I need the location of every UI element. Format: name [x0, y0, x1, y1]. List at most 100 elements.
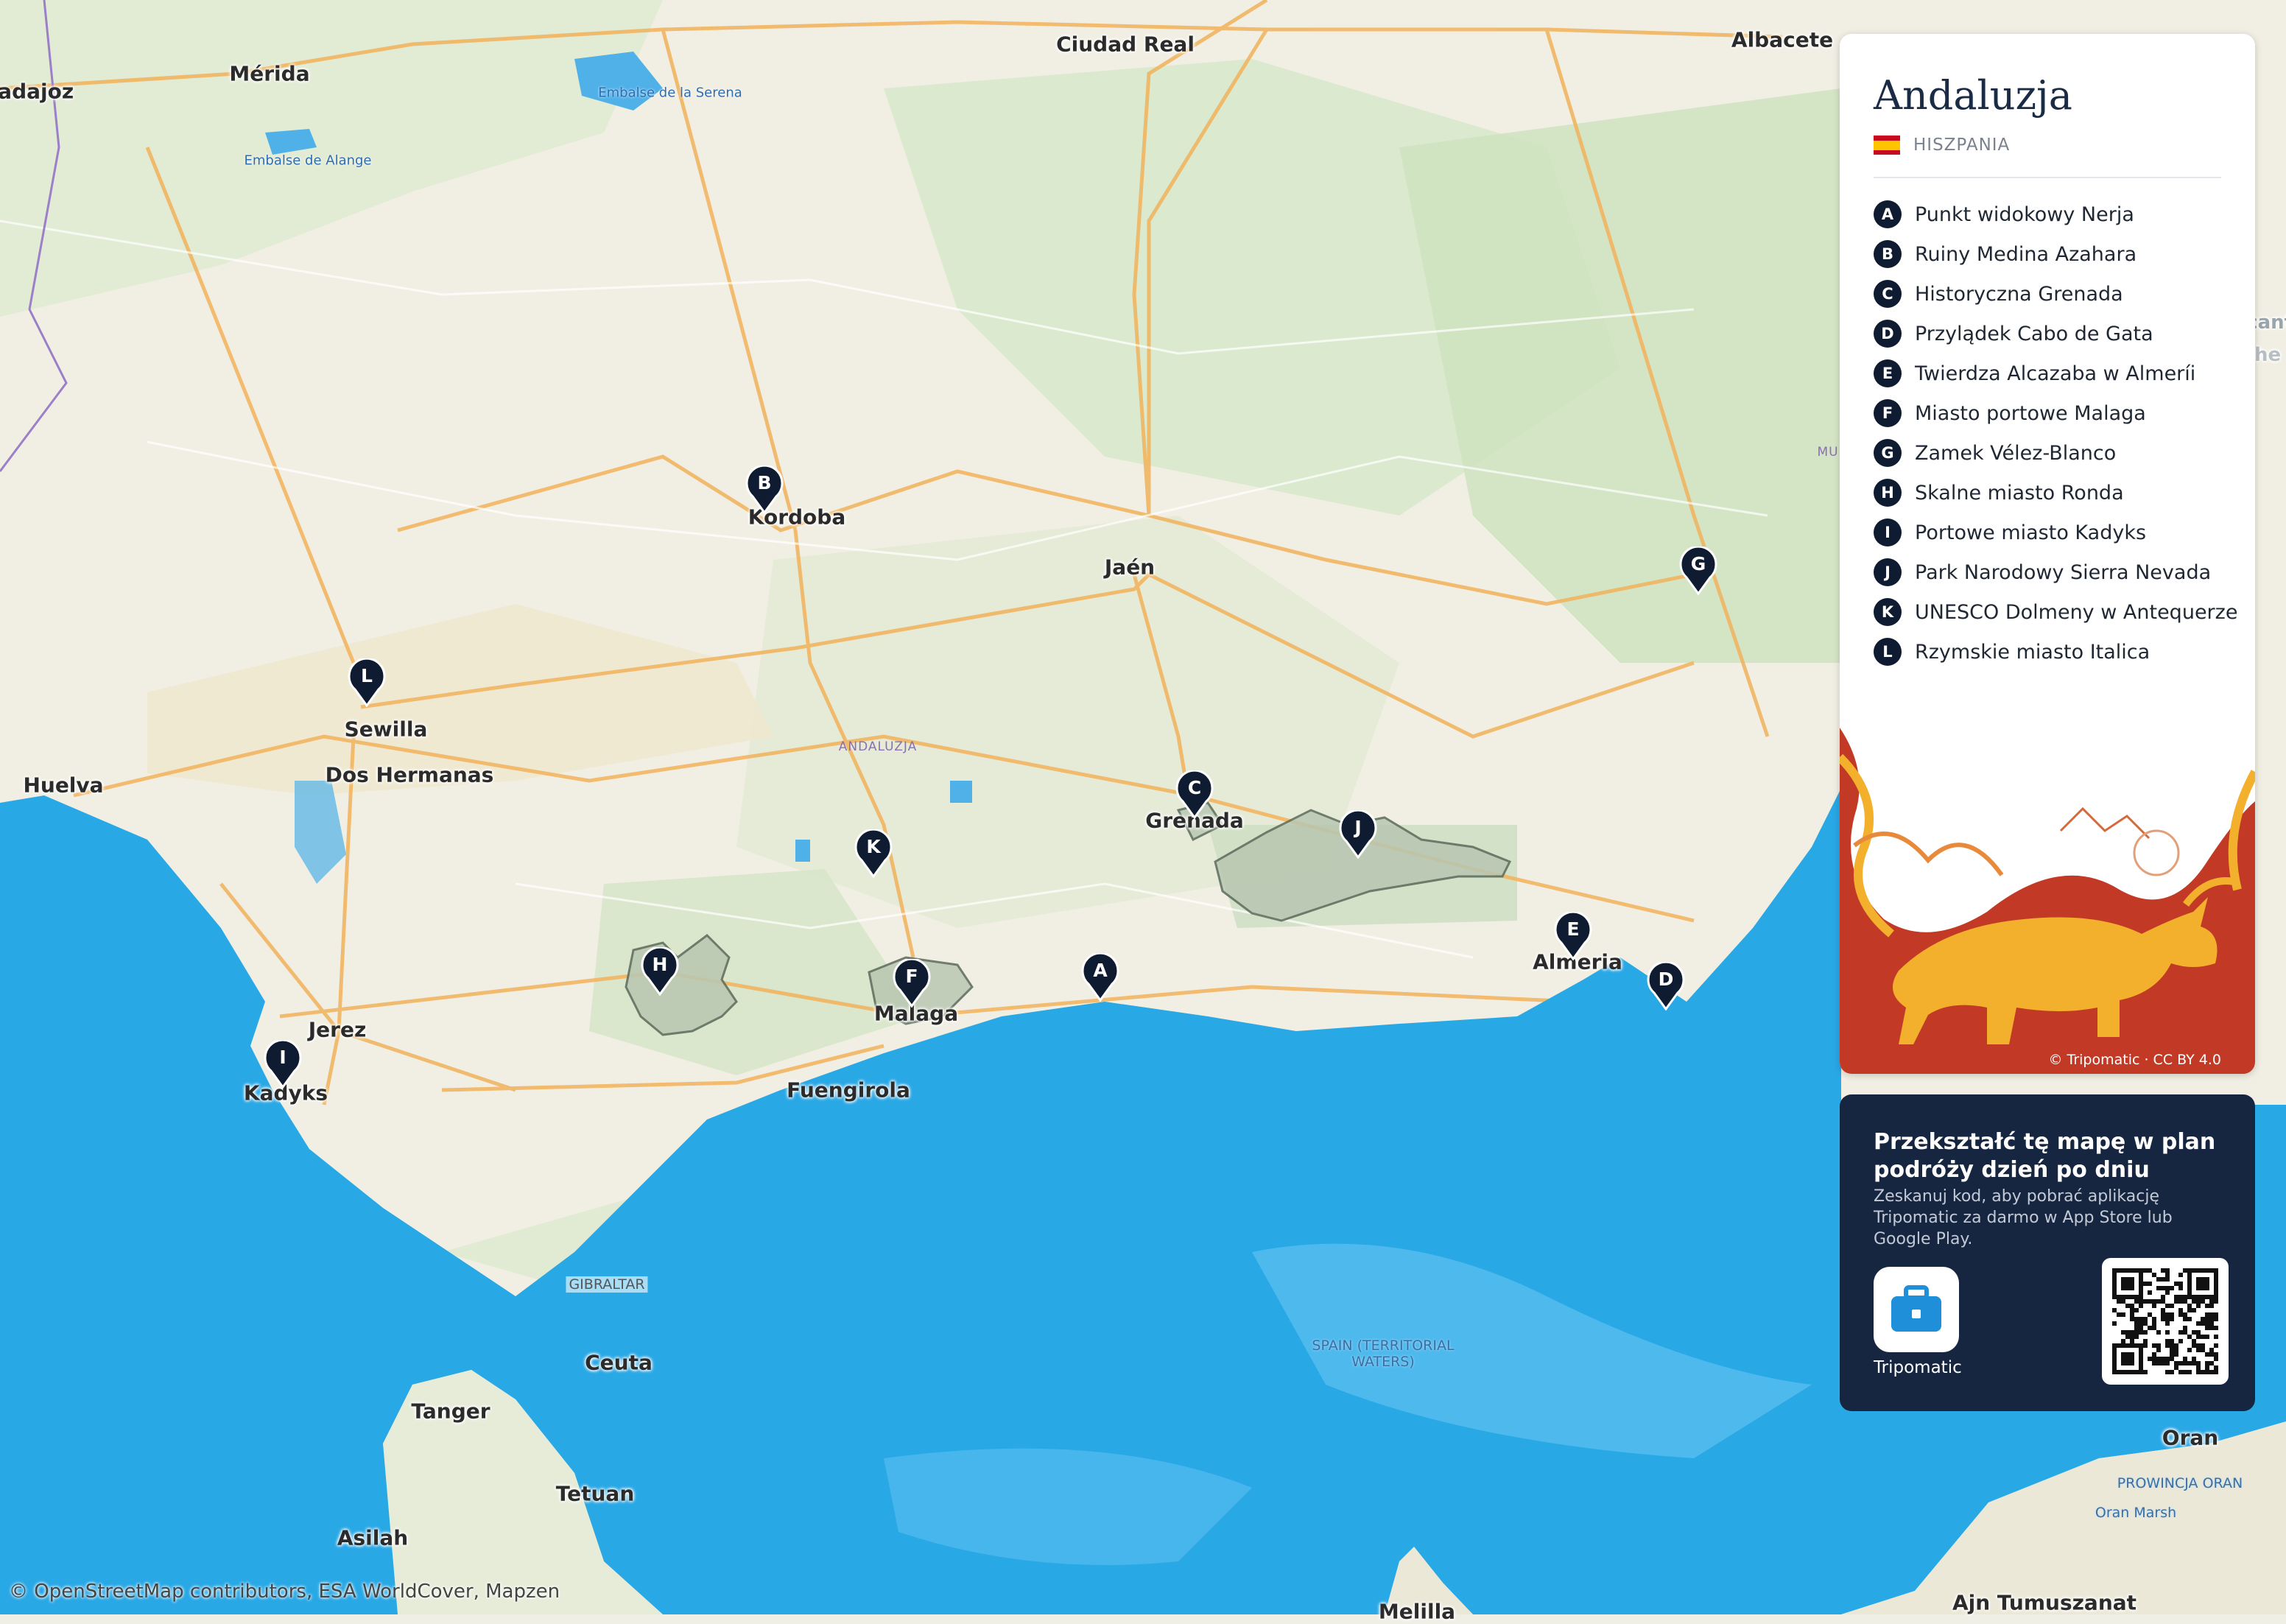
map-pin-letter: G — [1690, 553, 1706, 574]
legend-item[interactable]: B Ruiny Medina Azahara — [1874, 234, 2237, 274]
city-label-albacete: Albacete — [1731, 27, 1834, 52]
map-pin-letter: A — [1093, 960, 1108, 981]
map-pin-letter: D — [1658, 969, 1674, 990]
city-label-huelva: Huelva — [23, 773, 104, 798]
qr-code[interactable] — [2102, 1258, 2229, 1385]
city-label-tetuan: Tetuan — [555, 1481, 635, 1506]
map-pin-e[interactable]: E — [1554, 912, 1592, 960]
label-embalse-alange: Embalse de Alange — [244, 152, 372, 169]
legend-letter-badge: B — [1874, 240, 1902, 268]
map-pin-letter: H — [652, 954, 668, 975]
legend-label: Skalne miasto Ronda — [1915, 481, 2124, 505]
legend-label: Zamek Vélez-Blanco — [1915, 441, 2117, 465]
legend-label: Park Narodowy Sierra Nevada — [1915, 560, 2212, 584]
legend-item[interactable]: E Twierdza Alcazaba w Almeríi — [1874, 354, 2237, 393]
legend-letter-badge: I — [1874, 519, 1902, 546]
map-pin-letter: I — [279, 1047, 286, 1068]
app-name: Tripomatic — [1874, 1358, 1962, 1377]
legend-letter-badge: G — [1874, 439, 1902, 467]
panel-title: Andaluzja — [1874, 72, 2072, 119]
legend-letter-badge: C — [1874, 280, 1902, 308]
tripomatic-app-icon[interactable] — [1874, 1267, 1959, 1352]
city-label-jaen: Jaén — [1104, 555, 1156, 580]
map-attribution[interactable]: © OpenStreetMap contributors, ESA WorldC… — [9, 1581, 560, 1603]
label-oran-marsh: Oran Marsh — [2095, 1505, 2177, 1521]
spain-flag-icon — [1874, 136, 1900, 155]
map-pin-g[interactable]: G — [1679, 546, 1717, 595]
map-pin-k[interactable]: K — [854, 829, 893, 878]
map-pin-b[interactable]: B — [745, 465, 784, 514]
panel-divider — [1874, 177, 2221, 178]
legend-item[interactable]: L Rzymskie miasto Italica — [1874, 632, 2237, 672]
promo-description: Zeskanuj kod, aby pobrać aplikację Tripo… — [1874, 1187, 2173, 1248]
legend-label: Ruiny Medina Azahara — [1915, 242, 2137, 266]
label-prowincja-oran: PROWINCJA ORAN — [2117, 1475, 2243, 1491]
legend-item[interactable]: G Zamek Vélez-Blanco — [1874, 433, 2237, 473]
region-label-andaluzja: ANDALUZJA — [838, 739, 918, 754]
map-pin-f[interactable]: F — [893, 959, 931, 1008]
map-pin-l[interactable]: L — [348, 658, 386, 707]
map-pin-letter: F — [905, 966, 918, 987]
country-row: HISZPANIA — [1874, 136, 2010, 155]
map-pin-d[interactable]: D — [1647, 962, 1685, 1010]
legend-label: Przylądek Cabo de Gata — [1915, 322, 2153, 345]
legend-item[interactable]: C Historyczna Grenada — [1874, 274, 2237, 314]
map-pin-letter: K — [866, 836, 881, 857]
label-gibraltar: GIBRALTAR — [566, 1276, 648, 1293]
legend-label: Miasto portowe Malaga — [1915, 401, 2146, 425]
map-pin-letter: C — [1187, 777, 1202, 798]
legend-label: Twierdza Alcazaba w Almeríi — [1915, 362, 2196, 385]
map-pin-letter: J — [1354, 817, 1362, 838]
legend-letter-badge: F — [1874, 399, 1902, 427]
region-label-murcia-fragment: MU — [1817, 445, 1839, 460]
legend-item[interactable]: J Park Narodowy Sierra Nevada — [1874, 552, 2237, 592]
map-pin-letter: E — [1566, 918, 1580, 940]
legend-letter-badge: A — [1874, 200, 1902, 228]
legend-label: Portowe miasto Kadyks — [1915, 521, 2147, 544]
legend-letter-badge: J — [1874, 558, 1902, 586]
city-label-jerez: Jerez — [308, 1017, 367, 1042]
legend-letter-badge: L — [1874, 638, 1902, 666]
map-pin-a[interactable]: A — [1081, 953, 1119, 1002]
country-label: HISZPANIA — [1913, 136, 2011, 155]
label-spain-territorial-waters: SPAIN (TERRITORIAL WATERS) — [1312, 1337, 1455, 1370]
city-label-oran: Oran — [2162, 1425, 2219, 1450]
map-pin-i[interactable]: I — [264, 1040, 302, 1089]
city-label-merida: Mérida — [229, 61, 310, 86]
city-label-dos-hermanas: Dos Hermanas — [325, 762, 494, 787]
legend-item[interactable]: F Miasto portowe Malaga — [1874, 393, 2237, 433]
legend-label: Punkt widokowy Nerja — [1915, 203, 2134, 226]
legend-item[interactable]: K UNESCO Dolmeny w Antequerze — [1874, 592, 2237, 632]
map-pin-j[interactable]: J — [1339, 810, 1377, 859]
label-embalse-serena: Embalse de la Serena — [598, 85, 742, 101]
legend-item[interactable]: H Skalne miasto Ronda — [1874, 473, 2237, 513]
legend-label: Rzymskie miasto Italica — [1915, 640, 2150, 664]
city-label-asilah: Asilah — [337, 1525, 409, 1550]
city-label-melilla: Melilla — [1378, 1599, 1456, 1624]
legend-label: Historyczna Grenada — [1915, 282, 2123, 306]
illustration-credit: © Tripomatic · CC BY 4.0 — [2048, 1052, 2221, 1068]
map-pin-letter: L — [361, 665, 373, 686]
info-panel: Andaluzja HISZPANIA A Punkt widokowy Nerj… — [1840, 34, 2255, 1074]
city-label-fuengirola: Fuengirola — [787, 1078, 910, 1103]
suitcase-icon — [1891, 1285, 1941, 1332]
city-label-badajoz: Badajoz — [0, 79, 74, 104]
legend-list: A Punkt widokowy Nerja B Ruiny Medina Azaha… — [1874, 194, 2237, 672]
legend-letter-badge: H — [1874, 479, 1902, 507]
legend-item[interactable]: I Portowe miasto Kadyks — [1874, 513, 2237, 552]
legend-letter-badge: E — [1874, 359, 1902, 387]
legend-item[interactable]: A Punkt widokowy Nerja — [1874, 194, 2237, 234]
bull-illustration — [1840, 728, 2255, 1074]
qr-code-icon — [2112, 1268, 2218, 1374]
map-pin-letter: B — [757, 472, 772, 493]
city-label-tanger: Tanger — [411, 1399, 490, 1424]
app-promo: Przekształć tę mapę w plan podróży dzień… — [1840, 1094, 2255, 1411]
map-pin-h[interactable]: H — [641, 947, 679, 996]
promo-title: Przekształć tę mapę w plan podróży dzień… — [1874, 1129, 2216, 1183]
legend-item[interactable]: D Przylądek Cabo de Gata — [1874, 314, 2237, 354]
city-label-ain-tumuszanat: Ajn Tumuszanat — [1952, 1590, 2137, 1615]
map-pin-c[interactable]: C — [1175, 770, 1214, 819]
city-label-ceuta: Ceuta — [585, 1350, 653, 1375]
legend-letter-badge: K — [1874, 598, 1902, 626]
city-label-sewilla: Sewilla — [344, 717, 428, 742]
